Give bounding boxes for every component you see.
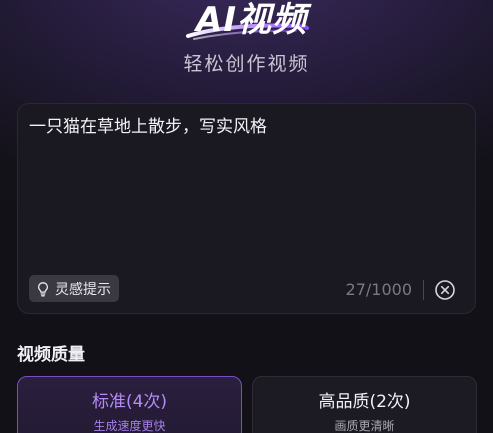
counter-divider	[423, 280, 424, 300]
quality-option-high[interactable]: 高品质(2次) 画质更清晰	[252, 376, 477, 433]
lightbulb-icon	[37, 281, 49, 296]
quality-section-title: 视频质量	[17, 345, 85, 365]
option-title: 高品质(2次)	[318, 392, 411, 412]
option-title: 标准(4次)	[91, 392, 168, 412]
clear-circle-x-icon[interactable]	[434, 279, 456, 301]
logo-text: AI视频	[196, 0, 307, 40]
quality-option-standard[interactable]: 标准(4次) 生成速度更快	[17, 376, 242, 433]
option-description: 生成速度更快	[93, 419, 166, 433]
option-description: 画质更清晰	[334, 419, 395, 433]
inspiration-hint-button[interactable]: 灵感提示	[29, 275, 119, 302]
app-logo: AI视频	[184, 0, 310, 46]
inspiration-hint-label: 灵感提示	[55, 281, 111, 298]
character-counter: 27/1000	[345, 280, 412, 299]
app-subtitle: 轻松创作视频	[183, 53, 310, 75]
header: AI视频 轻松创作视频	[0, 0, 493, 90]
prompt-box[interactable]: 一只猫在草地上散步，写实风格 灵感提示 27/1000	[17, 103, 476, 314]
prompt-input[interactable]: 一只猫在草地上散步，写实风格	[29, 115, 465, 139]
